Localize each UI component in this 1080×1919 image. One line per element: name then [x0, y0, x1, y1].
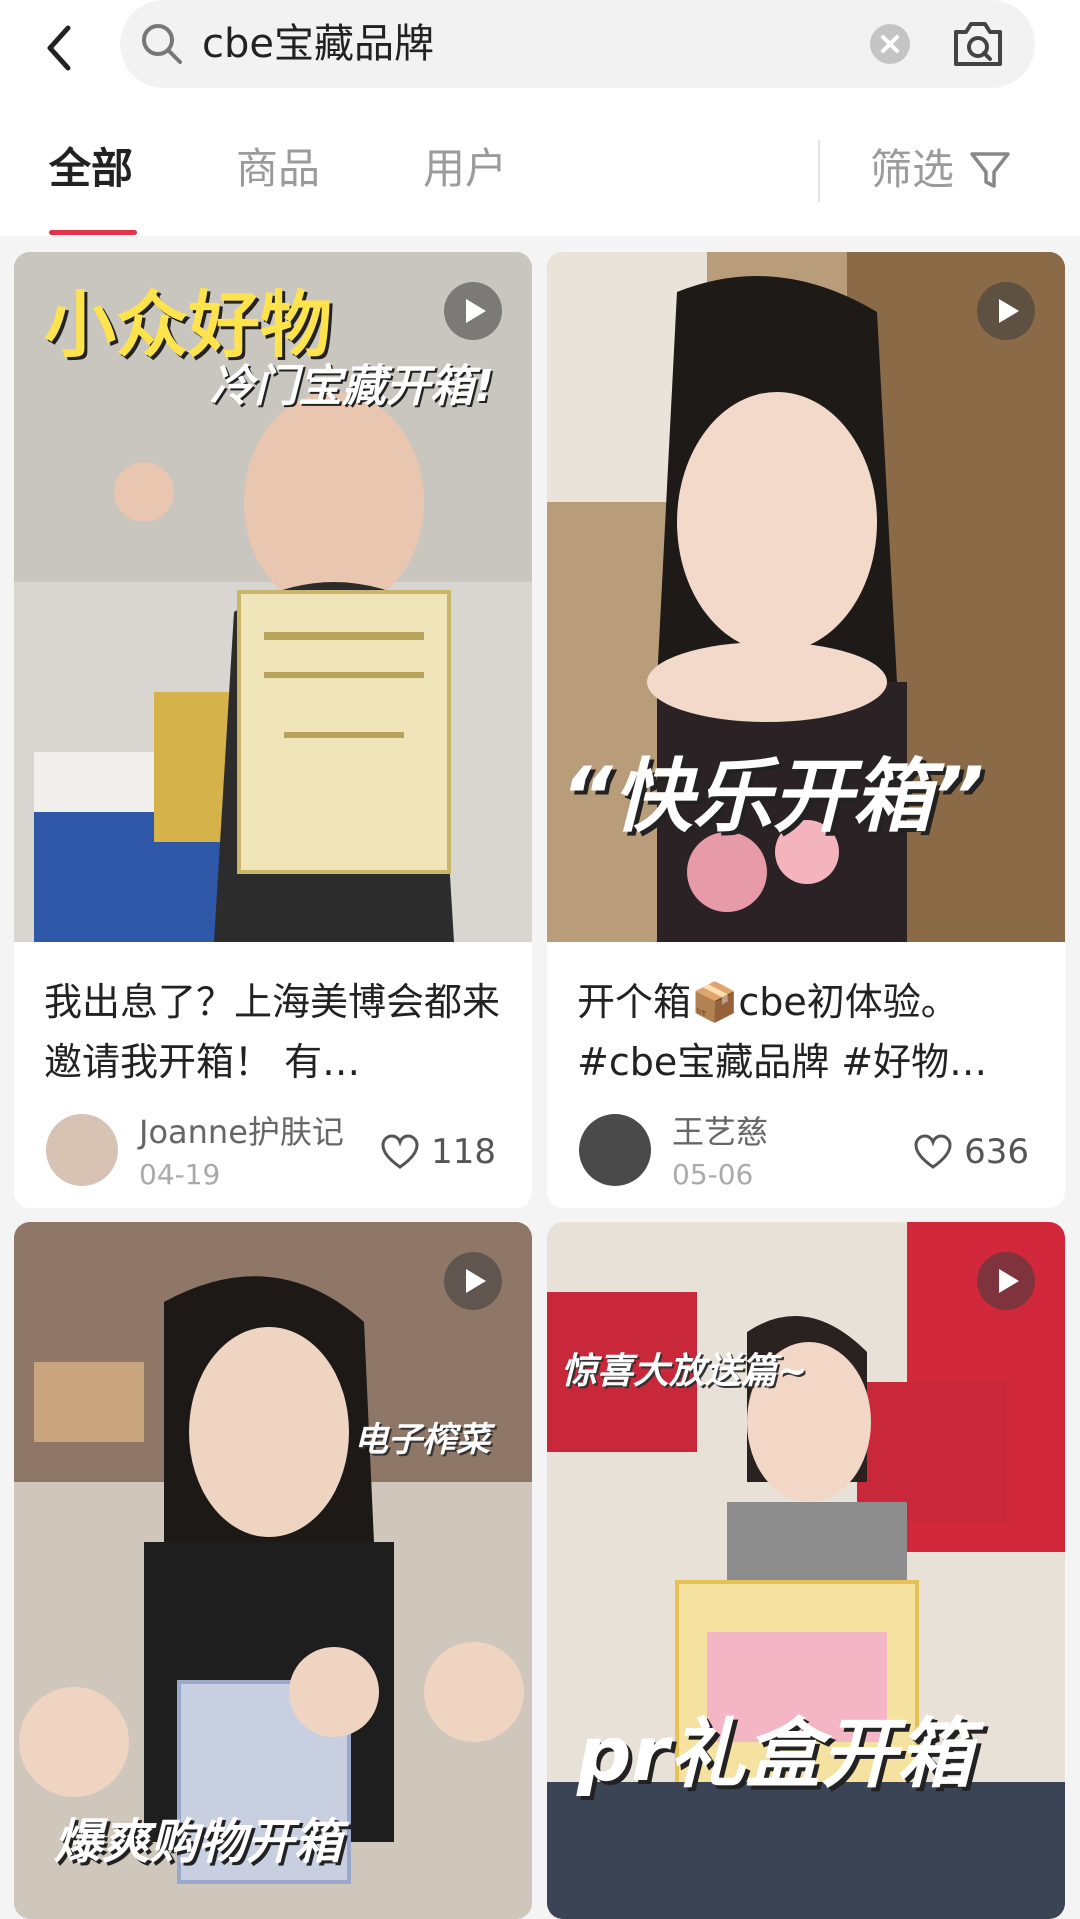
play-icon [977, 282, 1035, 340]
avatar[interactable] [579, 1114, 651, 1186]
search-icon [142, 24, 182, 64]
divider [818, 140, 820, 202]
post-date: 04-19 [139, 1158, 221, 1191]
avatar[interactable] [46, 1114, 118, 1186]
chevron-left-icon [47, 25, 71, 71]
tab-all[interactable]: 全部 [49, 142, 133, 196]
like-button[interactable]: 118 [381, 1132, 496, 1172]
top-bar: cbe宝藏品牌 全部 商品 用户 筛选 [0, 0, 1080, 236]
overlay-text: 电子榨菜 [354, 1420, 490, 1460]
filter-button[interactable]: 筛选 [870, 142, 1012, 198]
note-card[interactable]: 惊喜大放送篇~ pr礼盒开箱 [547, 1222, 1065, 1919]
like-count: 118 [431, 1132, 496, 1172]
tab-products[interactable]: 商品 [236, 142, 320, 196]
author-name[interactable]: Joanne护肤记 [139, 1112, 344, 1152]
heart-icon [381, 1134, 419, 1169]
clear-search-button[interactable] [870, 24, 910, 64]
note-title: 开个箱📦cbe初体验。#cbe宝藏品牌 #好物… [577, 980, 988, 1084]
note-card[interactable]: 小众好物 冷门宝藏开箱! 我出息了？上海美博会都来邀请我开箱！ 有… Joann… [14, 252, 532, 1208]
tab-users[interactable]: 用户 [423, 142, 507, 196]
play-icon [444, 1252, 502, 1310]
note-card[interactable]: 电子榨菜 爆爽购物开箱 [14, 1222, 532, 1919]
search-input[interactable]: cbe宝藏品牌 [202, 18, 434, 70]
like-button[interactable]: 636 [914, 1132, 1029, 1172]
play-icon [977, 1252, 1035, 1310]
overlay-subtext: 爆爽购物开箱 [54, 1814, 343, 1870]
heart-icon [914, 1134, 952, 1169]
overlay-text: 惊喜大放送篇~ [561, 1351, 808, 1392]
note-card[interactable]: “快乐开箱” 开个箱📦cbe初体验。#cbe宝藏品牌 #好物… 王艺慈 05-0… [547, 252, 1065, 1208]
note-title: 我出息了？上海美博会都来邀请我开箱！ 有… [44, 980, 501, 1084]
filter-label: 筛选 [870, 145, 955, 194]
video-thumbnail [547, 1222, 1065, 1919]
post-date: 05-06 [672, 1158, 754, 1191]
tab-bar: 全部 商品 用户 筛选 [0, 120, 1080, 236]
overlay-subtext: 冷门宝藏开箱! [210, 361, 495, 412]
overlay-text: “快乐开箱” [561, 750, 985, 843]
active-tab-indicator [49, 230, 137, 235]
back-button[interactable] [30, 18, 90, 78]
play-icon [444, 282, 502, 340]
close-icon [881, 35, 899, 53]
search-box[interactable]: cbe宝藏品牌 [120, 0, 1035, 88]
author-name[interactable]: 王艺慈 [672, 1112, 768, 1152]
overlay-subtext: pr礼盒开箱 [577, 1709, 973, 1798]
filter-icon [970, 152, 1010, 188]
like-count: 636 [964, 1132, 1029, 1172]
camera-search-icon[interactable] [950, 18, 1006, 70]
